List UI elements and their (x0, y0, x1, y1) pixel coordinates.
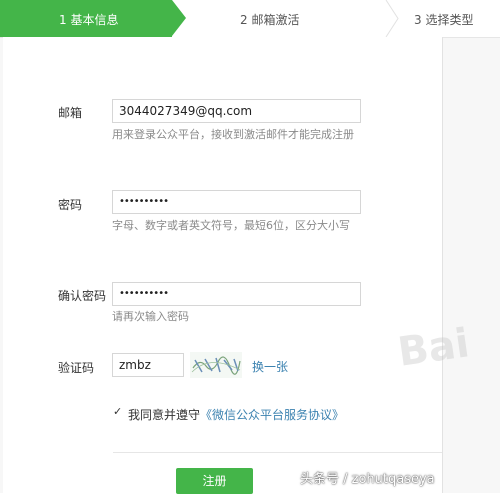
step-separator-chevron (385, 0, 399, 37)
password-input[interactable]: •••••••••• (112, 190, 361, 214)
step-1-arrow (172, 0, 186, 36)
captcha-label: 验证码 (58, 361, 95, 375)
step-2-label: 2 邮箱激活 (240, 13, 300, 27)
step-progress-bar: 1 基本信息 2 邮箱激活 3 选择类型 (0, 0, 500, 38)
source-credit: 头条号 / zohutqaseya (300, 472, 435, 487)
confirm-password-hint: 请再次输入密码 (112, 310, 189, 323)
confirm-password-label: 确认密码 (58, 289, 107, 303)
email-input[interactable]: 3044027349@qq.com (112, 99, 361, 123)
email-label: 邮箱 (58, 106, 83, 120)
captcha-image (190, 352, 242, 378)
baidu-watermark: Bai (395, 320, 473, 376)
confirm-password-input[interactable]: •••••••••• (112, 282, 361, 306)
captcha-input[interactable]: zmbz (112, 353, 184, 377)
email-hint: 用来登录公众平台，接收到激活邮件才能完成注册 (112, 128, 354, 141)
register-button[interactable]: 注册 (176, 468, 253, 494)
refresh-captcha-link[interactable]: 换一张 (252, 358, 288, 375)
service-agreement-link[interactable]: 《微信公众平台服务协议》 (200, 408, 344, 422)
step-1-label: 1 基本信息 (59, 13, 119, 27)
agree-prefix: 我同意并遵守 (128, 408, 201, 422)
password-hint: 字母、数字或者英文符号，最短6位，区分大小写 (112, 219, 350, 232)
step-3-label: 3 选择类型 (414, 13, 474, 27)
password-label: 密码 (58, 198, 83, 212)
form-divider (113, 452, 442, 453)
step-basic-info-active: 1 基本信息 (0, 0, 172, 37)
agree-text: 我同意并遵守《微信公众平台服务协议》 (128, 406, 344, 423)
agree-checkbox[interactable]: ✓ (113, 406, 123, 417)
